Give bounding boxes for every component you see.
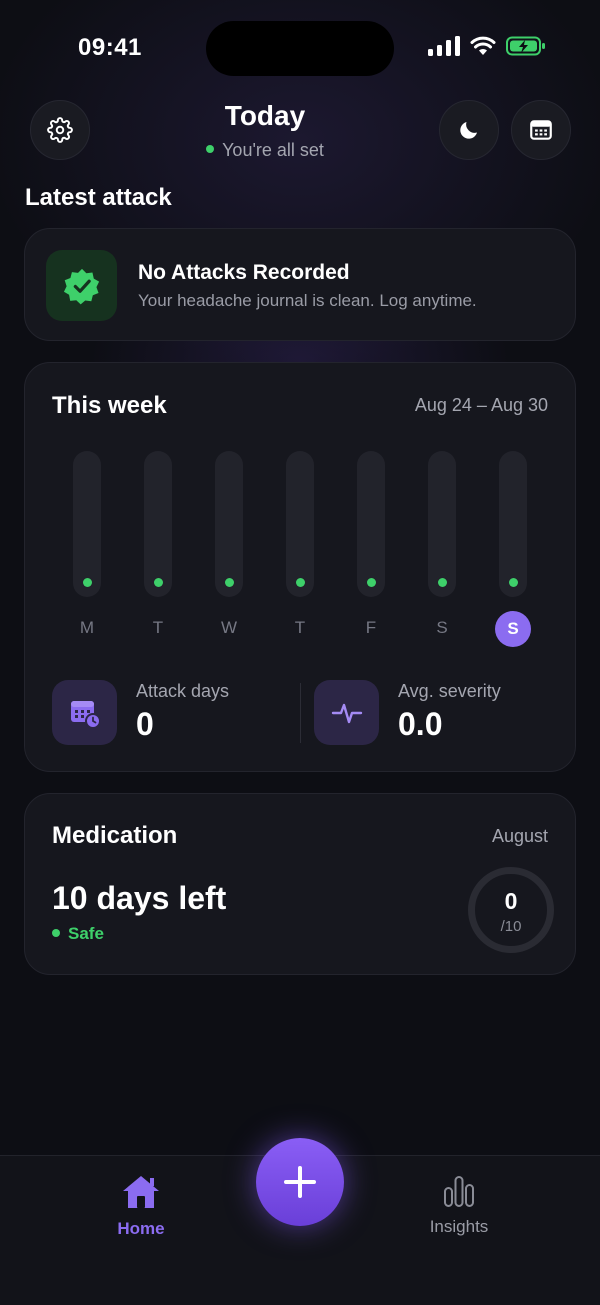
day-bar[interactable]	[357, 451, 385, 597]
medication-month: August	[491, 826, 548, 846]
day-bar[interactable]	[286, 451, 314, 597]
pulse-icon	[331, 703, 362, 723]
medication-card[interactable]: Medication August 10 days left Safe 0 /1…	[24, 793, 576, 975]
add-attack-button[interactable]	[256, 1138, 344, 1226]
bar-chart-icon	[444, 1176, 474, 1207]
verified-badge-icon	[63, 268, 99, 304]
latest-attack-card[interactable]: No Attacks Recorded Your headache journa…	[24, 228, 576, 341]
latest-attack-title: No Attacks Recorded	[138, 261, 350, 284]
day-label: W	[220, 618, 238, 637]
plus-icon	[284, 1166, 316, 1198]
latest-attack-badge	[46, 250, 117, 321]
day-label-today: S	[495, 611, 531, 647]
no-attack-dot	[154, 578, 163, 587]
medication-status-text: Safe	[68, 924, 104, 943]
status-icons	[428, 36, 546, 56]
dark-mode-button[interactable]	[439, 100, 499, 160]
day-bar[interactable]	[73, 451, 101, 597]
medication-ring: 0 /10	[468, 867, 554, 953]
severity-label: Avg. severity	[398, 681, 501, 701]
week-range: Aug 24 – Aug 30	[414, 395, 548, 415]
safe-dot	[52, 928, 60, 937]
day-label: T	[294, 618, 306, 637]
status-text: You're all set	[222, 140, 324, 160]
status-dot	[206, 145, 215, 154]
medication-used: 0	[504, 888, 518, 914]
day-label: F	[365, 618, 377, 637]
day-label: S	[436, 618, 448, 637]
medication-max: /10	[500, 918, 522, 935]
dynamic-island	[206, 21, 394, 76]
no-attack-dot	[225, 578, 234, 587]
latest-attack-heading: Latest attack	[25, 184, 172, 211]
medication-title: Medication	[52, 822, 178, 849]
tab-insights[interactable]: Insights	[399, 1174, 519, 1237]
no-attack-dot	[296, 578, 305, 587]
no-attack-dot	[509, 578, 518, 587]
tab-home-label: Home	[117, 1219, 165, 1238]
wifi-icon	[470, 36, 496, 55]
day-bar[interactable]	[499, 451, 527, 597]
status-bar: 09:41	[0, 0, 600, 90]
stats-divider	[300, 683, 301, 743]
severity-badge	[314, 680, 379, 745]
attack-days-value: 0	[136, 706, 154, 742]
signal-icon	[428, 36, 460, 56]
attack-days-badge	[52, 680, 117, 745]
tab-insights-label: Insights	[429, 1217, 489, 1236]
battery-icon	[506, 36, 545, 56]
no-attack-dot	[83, 578, 92, 587]
day-label: T	[152, 618, 164, 637]
no-attack-dot	[438, 578, 447, 587]
this-week-card: This week Aug 24 – Aug 30 M T W T F S S …	[24, 362, 576, 772]
week-title: This week	[52, 392, 167, 419]
medication-status: Safe	[52, 924, 104, 944]
latest-attack-subtitle: Your headache journal is clean. Log anyt…	[138, 291, 477, 310]
calendar-button[interactable]	[511, 100, 571, 160]
status-time: 09:41	[78, 34, 142, 61]
severity-value: 0.0	[398, 706, 443, 742]
home-icon	[123, 1176, 159, 1208]
attack-days-label: Attack days	[136, 681, 230, 701]
calendar-icon	[530, 120, 552, 140]
day-bar[interactable]	[215, 451, 243, 597]
tab-home[interactable]: Home	[81, 1174, 201, 1239]
moon-icon	[460, 122, 477, 139]
day-label: M	[79, 618, 95, 637]
day-bar[interactable]	[144, 451, 172, 597]
week-bars	[25, 451, 577, 599]
calendar-clock-icon	[70, 700, 101, 729]
day-bar[interactable]	[428, 451, 456, 597]
no-attack-dot	[367, 578, 376, 587]
medication-days-left: 10 days left	[52, 880, 227, 916]
